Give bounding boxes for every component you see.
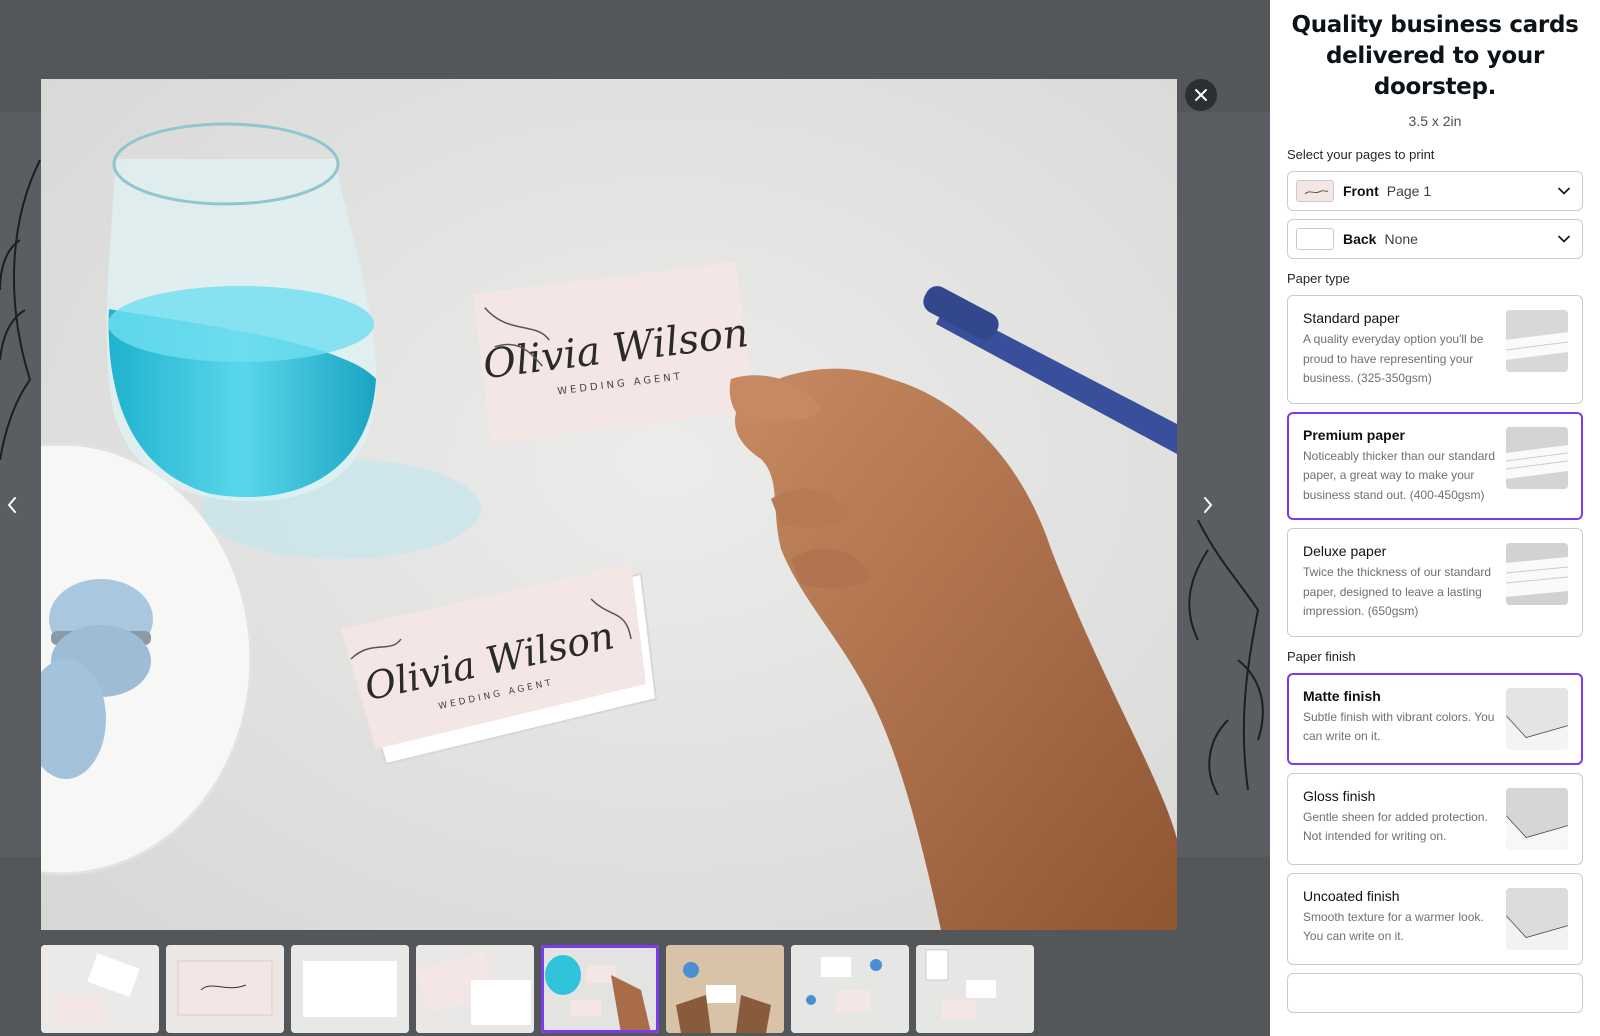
chevron-right-icon [1204,497,1213,513]
background-leaf-left [0,160,41,460]
thumbnail-8[interactable] [916,945,1034,1033]
option-description: Gentle sheen for added protection. Not i… [1303,809,1488,844]
front-page-preview [1296,180,1334,202]
standard-paper-image [1506,310,1568,372]
option-title: Matte finish [1303,687,1381,704]
background-leaf-right [1188,520,1264,796]
chevron-down-icon [1558,187,1570,195]
paper-finish-matte[interactable]: Matte finish Subtle finish with vibrant … [1287,672,1583,765]
paper-type-premium[interactable]: Premium paper Noticeably thicker than ou… [1287,411,1583,520]
back-side-label: Back [1343,231,1377,247]
close-button[interactable] [1185,79,1217,111]
option-description: Noticeably thicker than our standard pap… [1303,448,1496,502]
paper-finish-label: Paper finish [1287,648,1356,664]
paper-finish-gloss[interactable]: Gloss finish Gentle sheen for added prot… [1287,772,1583,865]
thumbnail-1[interactable] [41,945,159,1033]
premium-paper-image [1506,426,1568,489]
option-title: Gloss finish [1303,787,1376,804]
next-image-button[interactable] [1196,488,1220,522]
gloss-finish-image [1506,787,1568,850]
print-options-panel: Quality business cards delivered to your… [1270,0,1600,1036]
front-page-value: Page 1 [1386,183,1432,199]
paper-type-standard[interactable]: Standard paper A quality everyday option… [1287,295,1583,404]
chevron-left-icon [7,497,16,513]
option-title: Uncoated finish [1303,887,1400,904]
paper-type-label: Paper type [1287,271,1350,286]
option-description: A quality everyday option you'll be prou… [1303,332,1484,385]
front-side-label: Front [1343,183,1379,199]
paper-finish-uncoated[interactable]: Uncoated finish Smooth texture for a war… [1287,872,1583,965]
close-icon [1195,89,1207,101]
option-title: Premium paper [1303,426,1405,443]
thumbnail-4[interactable] [416,945,534,1033]
option-title: Standard paper [1303,310,1400,326]
thumbnail-5-active[interactable] [541,945,659,1033]
image-viewer-overlay: Olivia Wilson WEDDING AGENT Olivia Wilso… [0,0,1270,1036]
thumbnail-3[interactable] [291,945,409,1033]
thumbnail-2[interactable] [166,945,284,1033]
front-page-select[interactable]: Front Page 1 [1287,171,1583,211]
card-size: 3.5 x 2in [1408,113,1462,129]
previous-image-button[interactable] [0,488,24,522]
matte-finish-image [1506,687,1568,750]
back-page-select[interactable]: Back None [1287,219,1583,259]
option-description: Twice the thickness of our standard pape… [1303,565,1492,618]
chevron-down-icon [1558,235,1570,243]
pages-label: Select your pages to print [1287,147,1435,162]
panel-headline: Quality business cards delivered to your… [1291,12,1579,100]
thumbnail-6[interactable] [666,945,784,1033]
deluxe-paper-image [1506,543,1568,605]
next-option-partial[interactable] [1287,972,1583,1013]
back-page-preview [1296,228,1334,250]
option-description: Subtle finish with vibrant colors. You c… [1303,709,1495,744]
main-product-image: Olivia Wilson WEDDING AGENT Olivia Wilso… [41,79,1177,930]
paper-type-deluxe[interactable]: Deluxe paper Twice the thickness of our … [1287,528,1583,637]
option-title: Deluxe paper [1303,543,1387,559]
thumbnail-7[interactable] [791,945,909,1033]
option-description: Smooth texture for a warmer look. You ca… [1303,909,1484,944]
thumbnail-strip [41,945,1034,1033]
uncoated-finish-image [1506,887,1568,950]
back-page-value: None [1384,231,1418,247]
